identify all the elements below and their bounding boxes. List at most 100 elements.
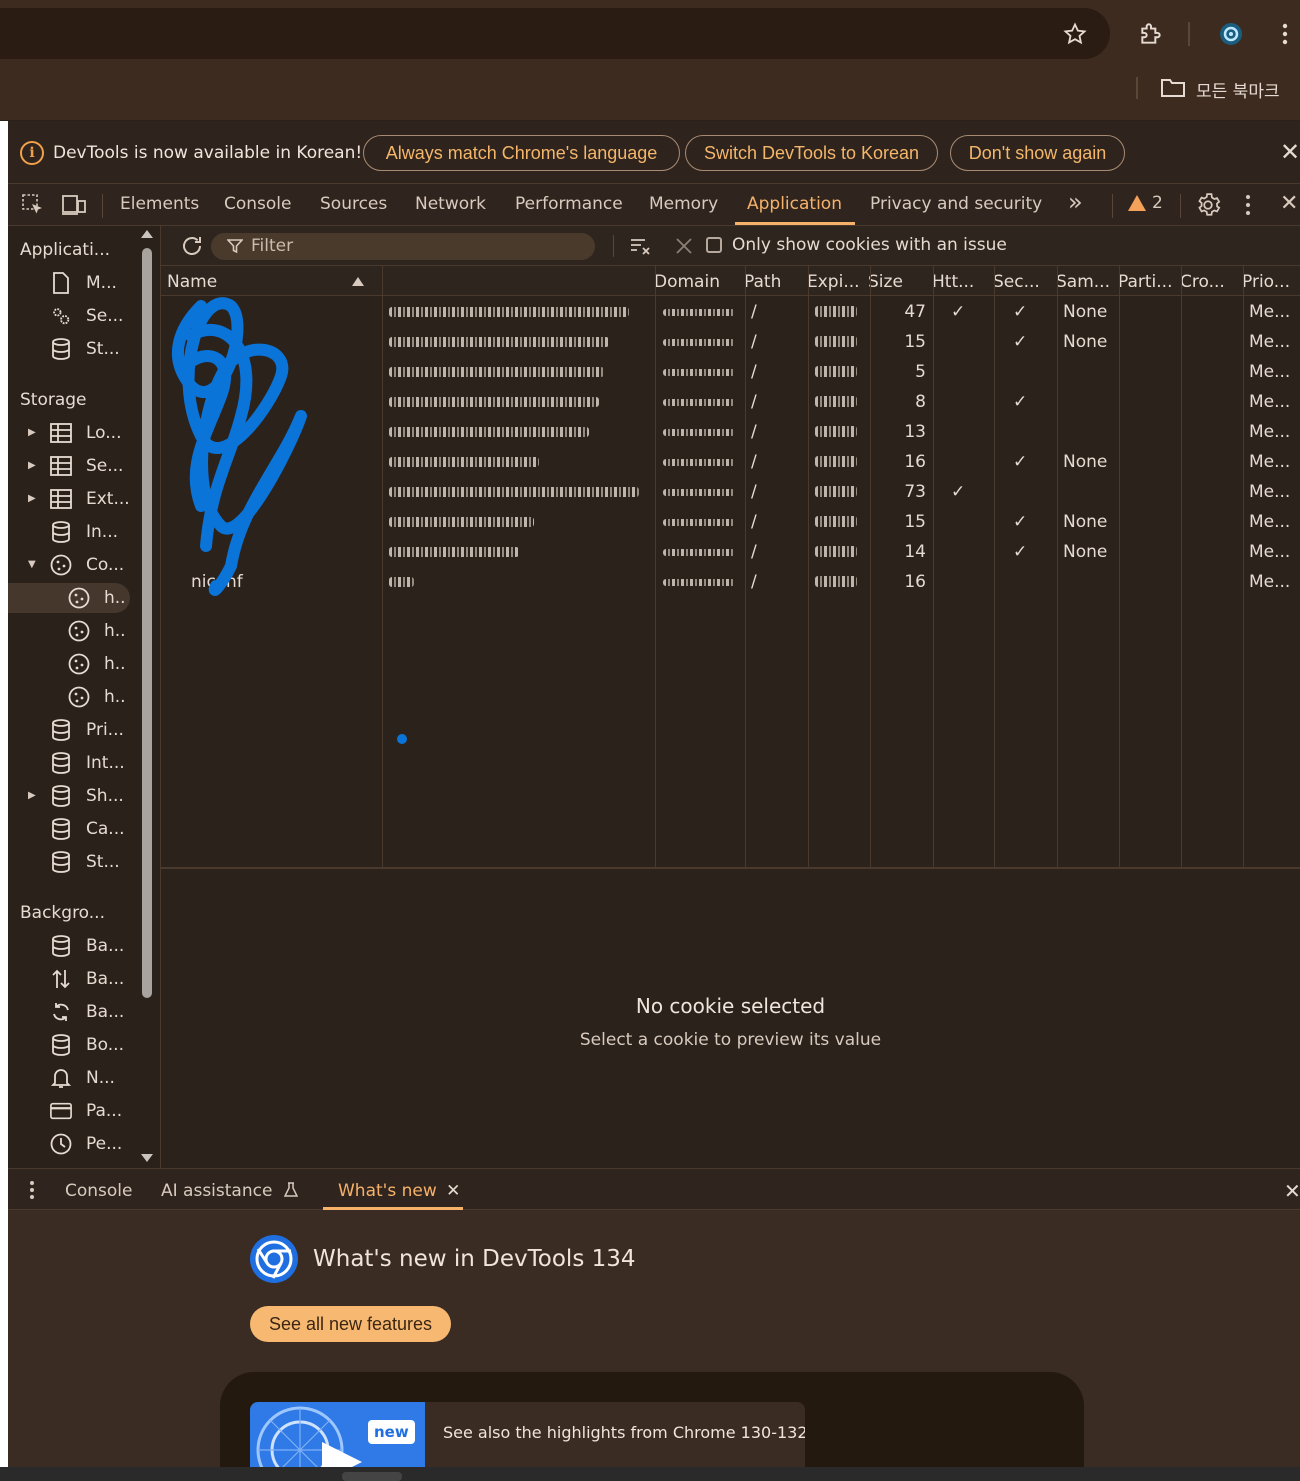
column-header-samesite[interactable]: Sam...	[1056, 266, 1110, 296]
sidebar-item-cache-storage[interactable]: Ca...	[8, 814, 130, 844]
drawer-tab-ai-assistance[interactable]: AI assistance	[161, 1181, 299, 1203]
switch-to-korean-button[interactable]: Switch DevTools to Korean	[685, 135, 938, 171]
inspect-element-icon[interactable]	[21, 193, 45, 217]
tab-console[interactable]: Console	[224, 194, 292, 214]
only-issues-toggle[interactable]: Only show cookies with an issue	[706, 235, 1007, 255]
sidebar-item-extension-storage[interactable]: ▶ Ext...	[8, 484, 130, 514]
application-sidebar: Applicati... M... Se... St... Storage ▶ …	[8, 226, 160, 1168]
sidebar-item-label: St...	[86, 339, 120, 359]
sidebar-item-storage-buckets[interactable]: St...	[8, 847, 130, 877]
clear-filtered-icon[interactable]	[629, 234, 653, 258]
column-header-size[interactable]: Size	[868, 266, 903, 296]
sidebar-item-label: h..	[104, 654, 126, 674]
tab-sources[interactable]: Sources	[320, 194, 387, 214]
close-tab-icon[interactable]: ✕	[446, 1181, 460, 1201]
profile-icon[interactable]	[1216, 19, 1246, 49]
tab-privacy-security[interactable]: Privacy and security	[870, 194, 1042, 214]
sidebar-item-indexeddb[interactable]: In...	[8, 517, 130, 547]
always-match-language-button[interactable]: Always match Chrome's language	[363, 135, 680, 171]
sort-ascending-icon[interactable]	[352, 277, 364, 286]
cookie-host-item[interactable]: h..	[8, 649, 130, 679]
cookie-host-item[interactable]: h..	[8, 616, 130, 646]
dont-show-again-button[interactable]: Don't show again	[950, 135, 1125, 171]
infobar-close-icon[interactable]: ✕	[1278, 140, 1300, 164]
sidebar-item-local-storage[interactable]: ▶ Lo...	[8, 418, 130, 448]
cookie-priority-cell: Me...	[1249, 392, 1291, 412]
delete-all-icon[interactable]	[674, 236, 694, 256]
sidebar-item-notifications[interactable]: N...	[8, 1063, 130, 1093]
expand-arrow-icon[interactable]: ▶	[28, 428, 38, 438]
redacted-domain	[663, 579, 735, 586]
tab-network[interactable]: Network	[415, 194, 486, 214]
cookie-path-cell: /	[751, 422, 757, 442]
sidebar-item-label: M...	[86, 273, 117, 293]
collapse-arrow-icon[interactable]: ▼	[28, 560, 38, 570]
sidebar-item-shared-storage[interactable]: ▶ Sh...	[8, 781, 130, 811]
cookie-host-item[interactable]: h..	[8, 583, 130, 613]
sidebar-item-back-forward-cache[interactable]: Ba...	[8, 931, 130, 961]
tab-performance[interactable]: Performance	[515, 194, 623, 214]
extensions-icon[interactable]	[1136, 19, 1166, 49]
sidebar-item-private-state-tokens[interactable]: Pri...	[8, 715, 130, 745]
cookie-size-cell: 15	[904, 512, 926, 532]
column-header-expires[interactable]: Expi...	[807, 266, 860, 296]
cookie-path-cell: /	[751, 332, 757, 352]
redacted-domain	[663, 429, 735, 436]
refresh-icon[interactable]	[180, 234, 204, 258]
sidebar-item-cookies[interactable]: ▼ Co...	[8, 550, 130, 580]
menu-icon[interactable]	[1270, 19, 1300, 49]
sidebar-item-service-workers[interactable]: Se...	[8, 301, 130, 331]
sidebar-item-background-fetch[interactable]: Ba...	[8, 964, 130, 994]
redacted-value	[389, 337, 609, 347]
sidebar-item-session-storage[interactable]: ▶ Se...	[8, 451, 130, 481]
drawer-tab-whats-new[interactable]: What's new ✕	[338, 1181, 460, 1201]
cookie-host-item[interactable]: h..	[8, 682, 130, 712]
drawer-menu-icon[interactable]	[28, 1180, 36, 1200]
see-all-features-button[interactable]: See all new features	[250, 1306, 451, 1342]
drawer-tab-console[interactable]: Console	[65, 1181, 133, 1201]
device-toolbar-icon[interactable]	[61, 193, 87, 217]
column-header-cross-site[interactable]: Cro...	[1180, 266, 1225, 296]
column-header-httponly[interactable]: Htt...	[932, 266, 974, 296]
drawer-close-icon[interactable]: ✕	[1284, 1179, 1300, 1203]
column-header-partition-key[interactable]: Parti...	[1118, 266, 1173, 296]
table-icon	[50, 455, 72, 477]
tab-memory[interactable]: Memory	[649, 194, 718, 214]
scroll-down-arrow-icon[interactable]	[141, 1154, 153, 1162]
expand-arrow-icon[interactable]: ▶	[28, 494, 38, 504]
more-tabs-icon[interactable]: »	[1068, 188, 1083, 216]
redacted-expires	[815, 546, 857, 557]
tab-elements[interactable]: Elements	[120, 194, 199, 214]
tab-application[interactable]: Application	[747, 194, 842, 214]
address-bar[interactable]	[0, 8, 1110, 59]
sidebar-item-background-sync[interactable]: Ba...	[8, 997, 130, 1027]
column-header-path[interactable]: Path	[744, 266, 781, 296]
column-header-domain[interactable]: Domain	[654, 266, 720, 296]
sidebar-item-storage-overview[interactable]: St...	[8, 334, 130, 364]
sidebar-item-payment-handler[interactable]: Pa...	[8, 1096, 130, 1126]
column-header-priority[interactable]: Prio...	[1242, 266, 1290, 296]
sidebar-item-manifest[interactable]: M...	[8, 268, 130, 298]
sidebar-item-label: h..	[104, 621, 126, 641]
expand-arrow-icon[interactable]: ▶	[28, 461, 38, 471]
customize-menu-icon[interactable]	[1244, 194, 1252, 216]
expand-arrow-icon[interactable]: ▶	[28, 791, 38, 801]
cookie-size-cell: 13	[904, 422, 926, 442]
window-bottom-edge	[0, 1467, 1300, 1481]
scroll-up-arrow-icon[interactable]	[141, 230, 153, 238]
settings-gear-icon[interactable]	[1195, 192, 1221, 218]
all-bookmarks-button[interactable]: 모든 북마크	[1160, 74, 1280, 104]
cookie-secure-cell: ✓	[1013, 512, 1028, 532]
star-icon[interactable]	[1060, 19, 1090, 49]
database-icon	[50, 785, 72, 807]
warnings-counter[interactable]: 2	[1128, 193, 1163, 213]
devtools-close-icon[interactable]: ✕	[1280, 191, 1298, 216]
filter-input[interactable]: Filter	[211, 233, 595, 260]
sidebar-item-bounce-tracking[interactable]: Bo...	[8, 1030, 130, 1060]
highlights-link[interactable]: new See also the highlights from Chrome …	[250, 1402, 805, 1467]
sidebar-item-interest-groups[interactable]: Int...	[8, 748, 130, 778]
column-header-secure[interactable]: Sec...	[993, 266, 1040, 296]
sidebar-item-periodic-sync[interactable]: Pe...	[8, 1129, 130, 1159]
sidebar-scrollbar[interactable]	[142, 248, 152, 998]
only-issues-checkbox[interactable]	[706, 237, 722, 253]
